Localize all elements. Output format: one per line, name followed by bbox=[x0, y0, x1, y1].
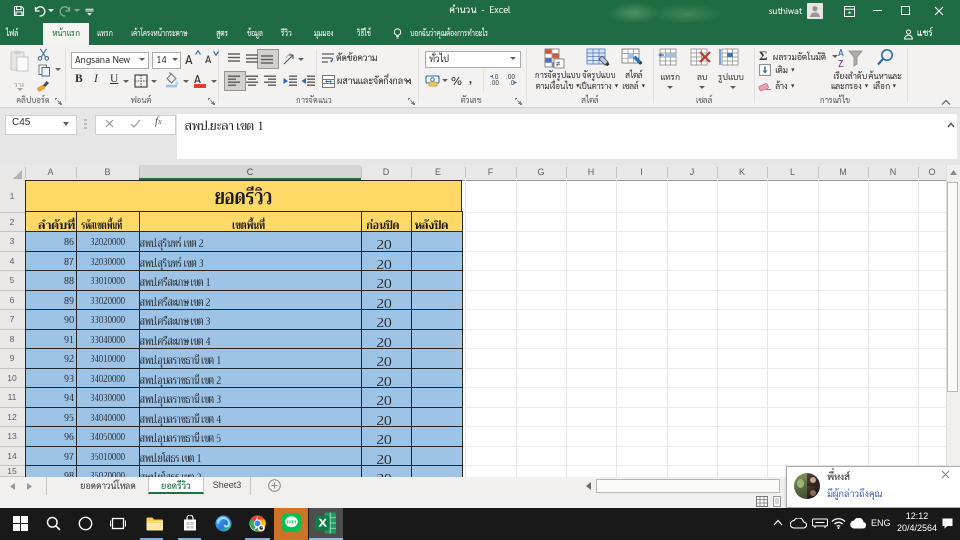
svg-text:≠: ≠ bbox=[556, 58, 561, 69]
svg-text:.0: .0 bbox=[509, 78, 514, 86]
svg-text:.00: .00 bbox=[490, 78, 499, 86]
